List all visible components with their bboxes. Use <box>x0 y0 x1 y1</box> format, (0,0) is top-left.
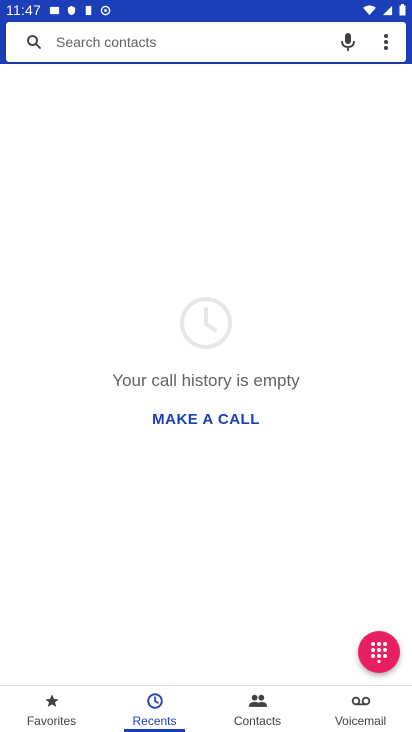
search-bar[interactable] <box>6 22 406 62</box>
people-icon <box>247 690 269 712</box>
star-icon <box>41 690 63 712</box>
dialpad-button[interactable] <box>358 631 400 673</box>
make-a-call-button[interactable]: MAKE A CALL <box>152 411 260 428</box>
empty-state: Your call history is empty MAKE A CALL <box>0 295 412 428</box>
tab-contacts[interactable]: Contacts <box>206 686 309 732</box>
search-icon <box>22 30 46 54</box>
dialpad-icon <box>371 642 387 663</box>
status-time: 11:47 <box>6 2 41 18</box>
tab-label: Contacts <box>233 714 282 728</box>
tab-favorites[interactable]: Favorites <box>0 686 103 732</box>
message-icon <box>49 6 60 14</box>
more-options-icon[interactable] <box>374 30 398 54</box>
tab-label: Voicemail <box>334 714 387 728</box>
signal-icon <box>382 5 393 15</box>
mic-icon[interactable] <box>336 30 360 54</box>
status-bar: 11:47 <box>0 0 412 20</box>
notification-icons <box>49 5 111 16</box>
shield-icon <box>67 5 76 15</box>
clock-icon <box>144 690 166 712</box>
bottom-navigation: Favorites Recents Contacts Voicemail <box>0 685 412 732</box>
clock-illustration-icon <box>180 297 232 349</box>
tab-voicemail[interactable]: Voicemail <box>309 686 412 732</box>
sd-card-icon <box>85 5 92 15</box>
empty-message: Your call history is empty <box>112 371 300 390</box>
search-input[interactable] <box>56 22 336 62</box>
wifi-icon <box>363 4 376 15</box>
system-icons <box>363 4 406 16</box>
battery-icon <box>399 4 406 16</box>
tab-recents[interactable]: Recents <box>103 686 206 732</box>
tab-label: Recents <box>132 714 177 728</box>
voicemail-icon <box>350 690 372 712</box>
at-icon <box>100 5 111 15</box>
phone-recents-screen: 11:47 Your call history is empty <box>0 0 412 732</box>
tab-label: Favorites <box>26 714 77 728</box>
